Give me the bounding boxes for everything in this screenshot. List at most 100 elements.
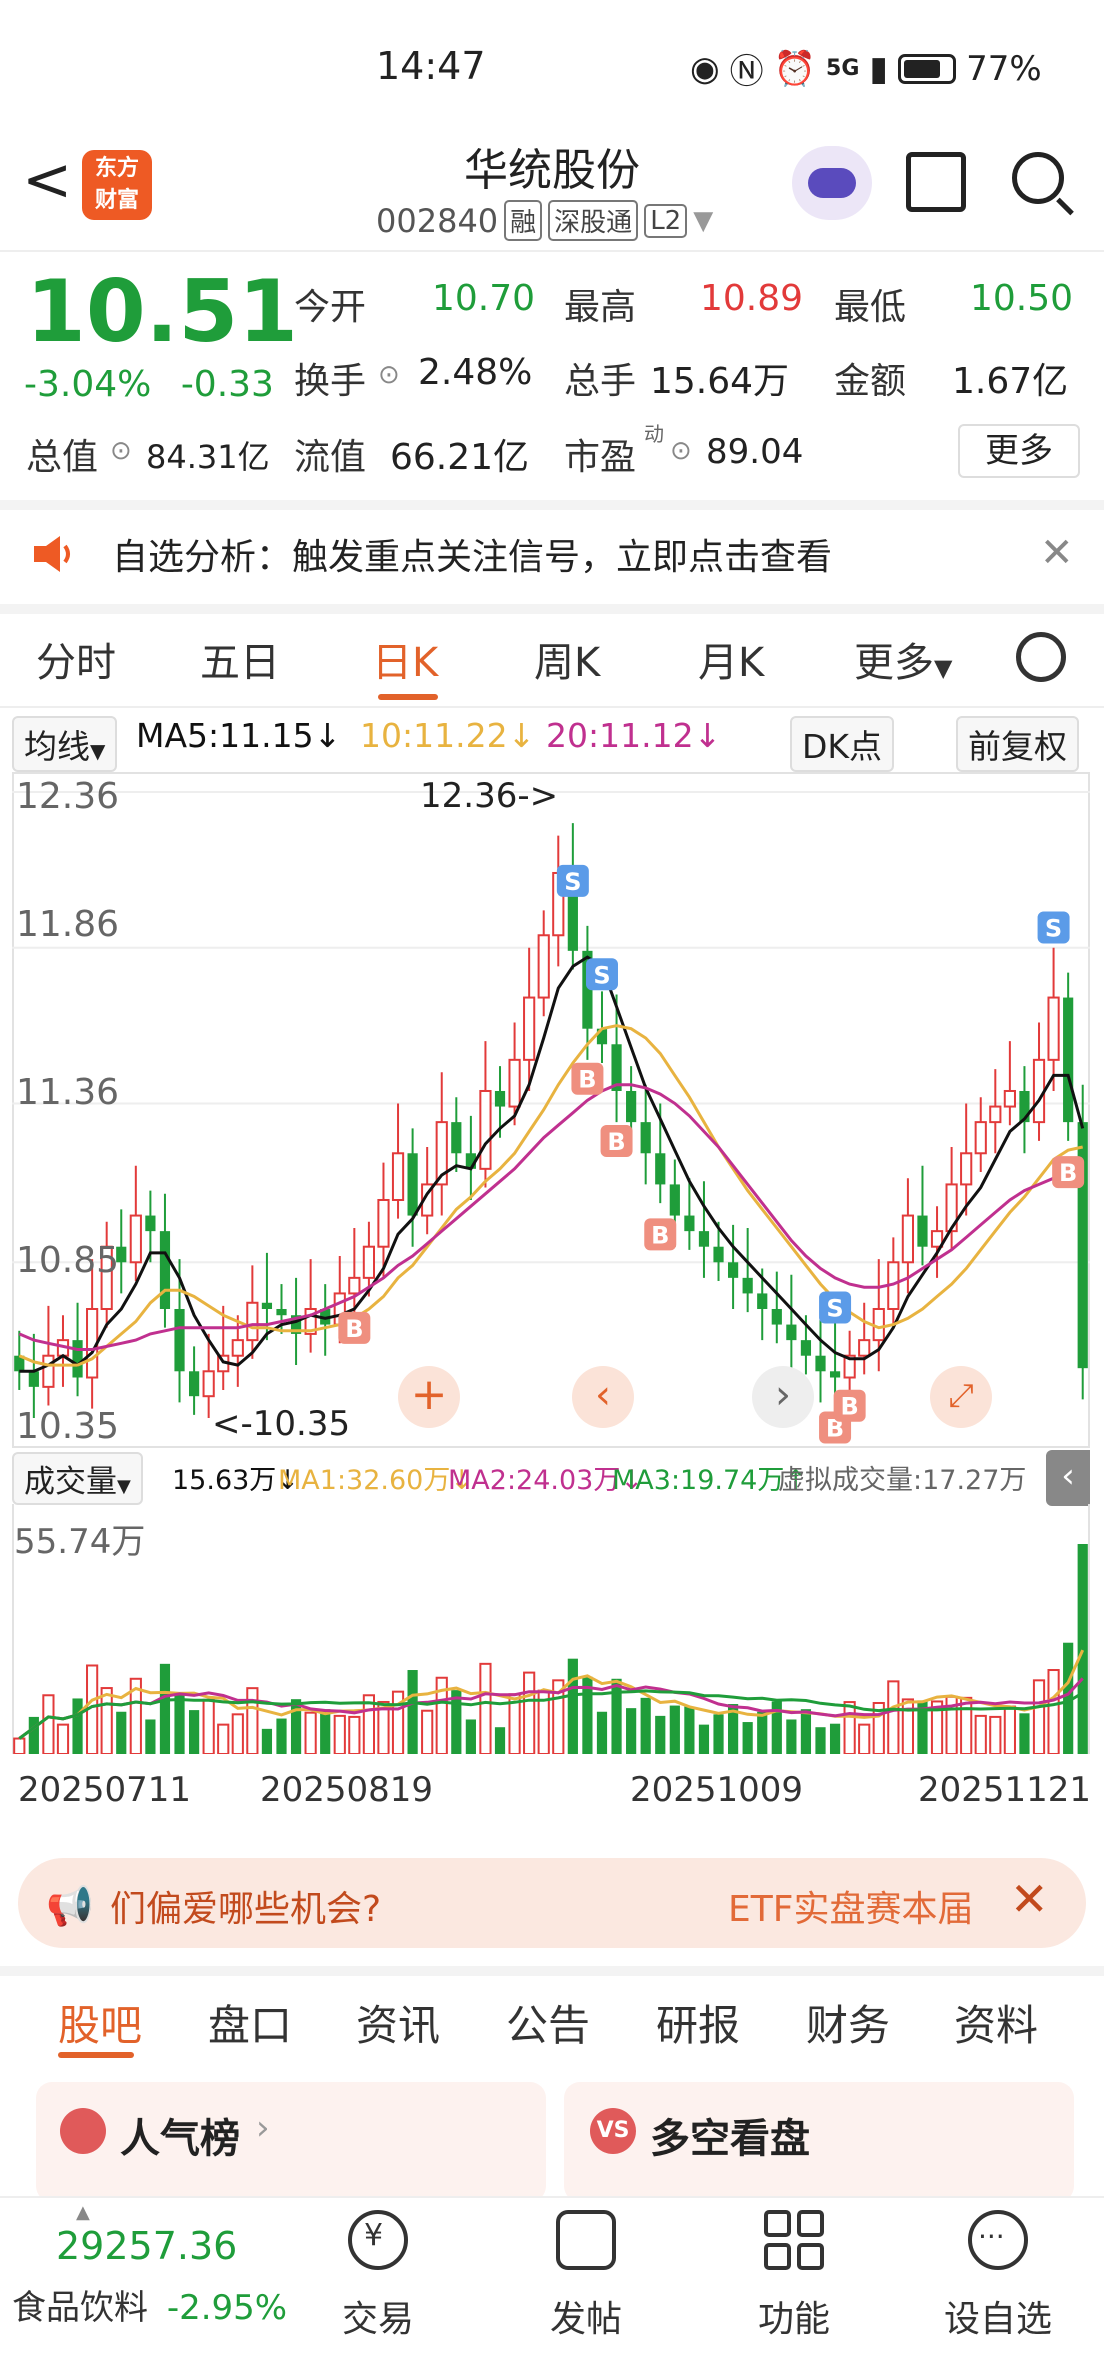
candle — [698, 1231, 710, 1247]
tab-weekly-k[interactable]: 周K — [534, 630, 600, 688]
volume-label: 总手 — [564, 361, 637, 402]
alert-text[interactable]: 自选分析：触发重点关注信号，立即点击查看 — [112, 528, 832, 580]
volume-bar — [960, 1696, 973, 1754]
tag-connect: 深股通 — [548, 200, 639, 241]
dk-point-button[interactable]: DK点 — [790, 716, 895, 772]
adjust-button[interactable]: 前复权 — [956, 716, 1079, 772]
signal-icon: 5G — [826, 56, 860, 81]
post-icon[interactable] — [556, 2210, 616, 2270]
volume-bar — [42, 1694, 55, 1754]
tab-orderbook[interactable]: 盘口 — [208, 1992, 292, 2053]
info-icon[interactable]: ⊙ — [110, 436, 132, 466]
chevron-left-icon[interactable]: ‹ — [572, 1366, 634, 1428]
more-button[interactable]: 更多 — [958, 424, 1080, 478]
popularity-title[interactable]: 人气榜 — [120, 2106, 240, 2164]
long-short-card[interactable] — [564, 2082, 1074, 2202]
volume-bar — [800, 1709, 812, 1754]
change-pct: -3.04% — [24, 364, 152, 405]
volume-bar — [786, 1719, 797, 1754]
volume-chart[interactable] — [12, 1504, 1090, 1754]
tab-profile[interactable]: 资料 — [954, 1992, 1038, 2053]
kline-chart[interactable]: BSSBBBSBBSB — [12, 772, 1090, 1448]
tab-daily-k[interactable]: 日K — [372, 630, 438, 688]
tab-monthly-k[interactable]: 月K — [698, 630, 764, 688]
gear-icon[interactable] — [1016, 632, 1066, 682]
volume-bar — [829, 1723, 841, 1754]
volume-bar — [202, 1698, 215, 1754]
volume-bar — [1047, 1669, 1060, 1754]
nav-add-watchlist[interactable]: 设自选 — [928, 2290, 1068, 2342]
sector-row[interactable]: 食品饮料 -2.95% — [12, 2280, 287, 2329]
volume-bar — [174, 1693, 185, 1754]
candle — [1047, 996, 1060, 1061]
share-icon[interactable] — [906, 152, 966, 212]
vol-ma1: MA1:32.60万↓ — [278, 1465, 473, 1496]
y-tick-label: 11.36 — [16, 1072, 120, 1113]
stock-code: 002840 — [376, 201, 499, 240]
volume-bar — [684, 1706, 695, 1754]
tab-announcements[interactable]: 公告 — [506, 1992, 590, 2053]
chart-icon — [60, 2108, 106, 2154]
tab-5day[interactable]: 五日 — [200, 630, 280, 688]
volume-bar — [626, 1708, 637, 1754]
assistant-robot-icon[interactable] — [792, 146, 872, 220]
status-icons: ◉ Ⓝ ⏰ 5G ▮ 77% — [690, 44, 1042, 93]
mcap-value: 84.31亿 — [146, 438, 270, 476]
info-icon[interactable]: ⊙ — [670, 436, 692, 466]
candle — [276, 1308, 287, 1316]
tab-more[interactable]: 更多▼ — [854, 630, 952, 688]
mcap-label: 总值 — [26, 437, 99, 478]
close-icon[interactable]: ✕ — [1040, 530, 1074, 576]
zoom-in-icon[interactable]: + — [398, 1366, 460, 1428]
candle — [188, 1371, 200, 1397]
tab-financials[interactable]: 财务 — [806, 1992, 890, 2053]
candle — [202, 1370, 215, 1398]
float-value: 66.21亿 — [390, 437, 530, 478]
chevron-right-icon[interactable]: › — [752, 1366, 814, 1428]
index-value[interactable]: 29257.36 — [56, 2224, 237, 2268]
date-label: 20250819 — [260, 1770, 434, 1810]
function-grid-icon[interactable] — [764, 2210, 824, 2270]
close-icon[interactable]: ✕ — [1010, 1872, 1049, 1926]
volume-bar — [567, 1658, 578, 1754]
expand-icon[interactable]: ⤢ — [930, 1366, 992, 1428]
candle — [508, 1058, 521, 1108]
vs-icon: VS — [590, 2108, 636, 2154]
tag-level2: L2 — [644, 203, 688, 238]
tab-research[interactable]: 研报 — [656, 1992, 740, 2053]
volume-bar — [290, 1699, 302, 1754]
caret-up-icon: ▲ — [76, 2202, 90, 2223]
volume-bar — [13, 1737, 26, 1754]
volume-selector[interactable]: 成交量▼ — [12, 1452, 143, 1505]
candle — [800, 1340, 812, 1356]
tab-timeshare[interactable]: 分时 — [36, 630, 116, 688]
nav-post[interactable]: 发帖 — [516, 2290, 656, 2342]
change-abs: -0.33 — [180, 364, 274, 405]
candle — [28, 1371, 39, 1387]
nav-function[interactable]: 功能 — [724, 2290, 864, 2342]
candle — [246, 1301, 259, 1342]
volume-bar — [1032, 1679, 1046, 1754]
candle — [1063, 997, 1074, 1123]
search-icon[interactable] — [1012, 152, 1064, 204]
divider — [0, 706, 1104, 708]
tab-guba[interactable]: 股吧 — [58, 1992, 142, 2053]
long-short-title[interactable]: 多空看盘 — [650, 2106, 810, 2164]
promo-text-right[interactable]: ETF实盘赛本届 — [728, 1880, 973, 1932]
volume-bar — [217, 1723, 230, 1754]
tab-news[interactable]: 资讯 — [356, 1992, 440, 2053]
caret-down-icon: ▼ — [90, 739, 106, 763]
stock-code-row[interactable]: 002840 融 深股通 L2 ▼ — [376, 200, 713, 241]
virtual-volume: 虚拟成交量:17.27万 — [778, 1465, 1027, 1496]
candle — [669, 1184, 680, 1216]
marker-label: B — [345, 1315, 363, 1343]
battery-icon — [898, 53, 957, 84]
nav-trade[interactable]: 交易 — [308, 2290, 448, 2342]
collapse-panel-icon[interactable]: ‹ — [1046, 1450, 1090, 1506]
info-icon[interactable]: ⊙ — [378, 360, 400, 390]
volume-selector-label: 成交量 — [24, 1464, 117, 1500]
divider — [0, 250, 1104, 252]
popularity-card[interactable] — [36, 2082, 546, 2202]
promo-text-left[interactable]: 们偏爱哪些机会? — [110, 1880, 381, 1932]
indicator-selector[interactable]: 均线▼ — [12, 716, 118, 772]
